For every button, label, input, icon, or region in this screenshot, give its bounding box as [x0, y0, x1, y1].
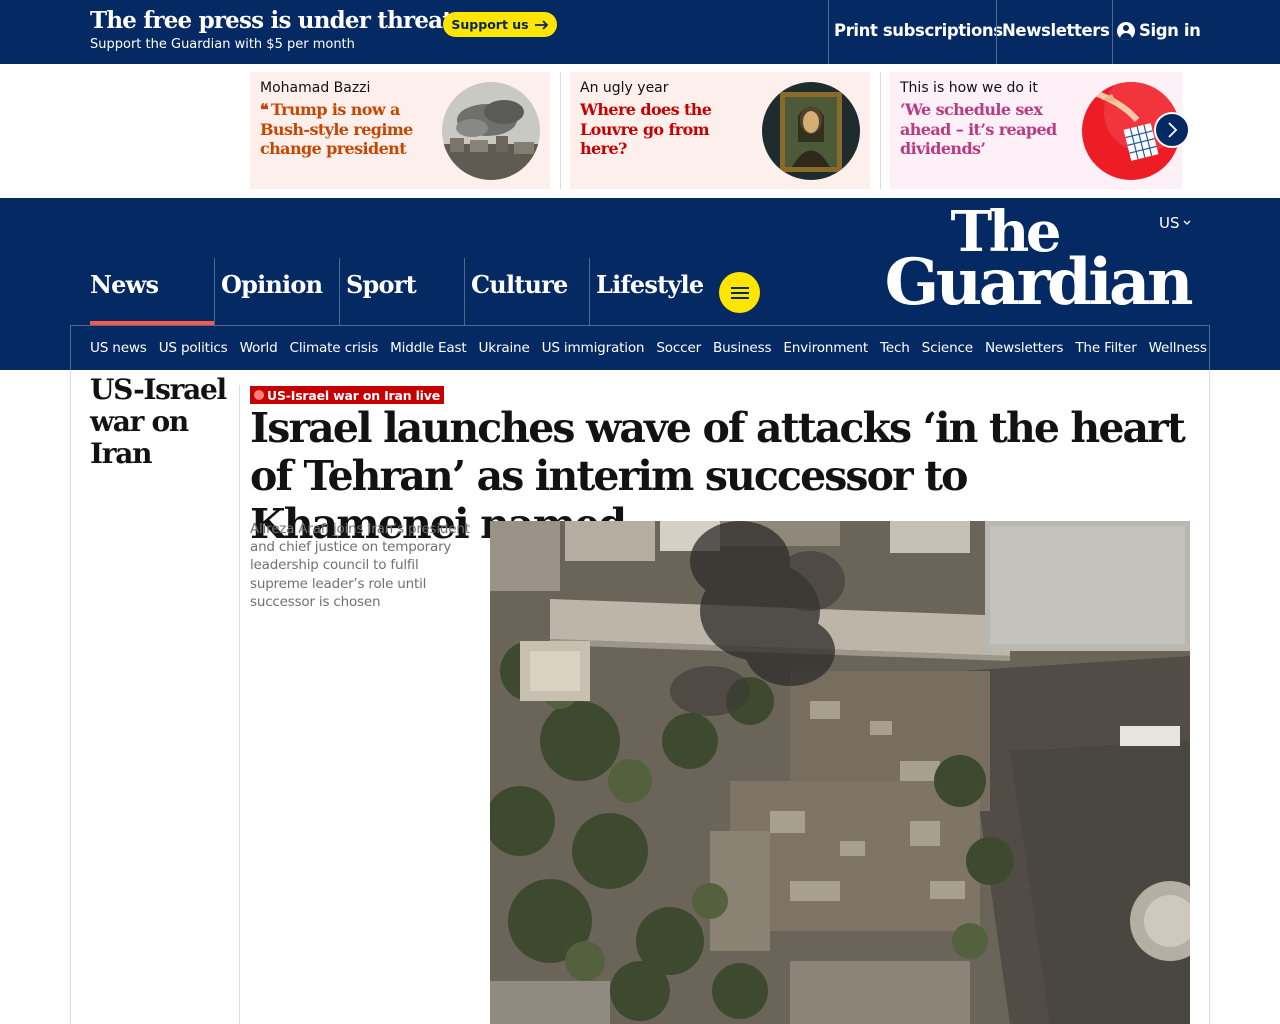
highlight-card[interactable]: An ugly year Where does the Louvre go fr…	[570, 72, 870, 189]
card-headline: ‘We schedule sex ahead – it’s reaped div…	[900, 100, 1057, 158]
card-headline-text: Trump is now a Bush-style regime change …	[260, 100, 413, 158]
subnav-item-tech[interactable]: Tech	[880, 340, 910, 356]
subnav-item-climate-crisis[interactable]: Climate crisis	[290, 340, 379, 356]
top-links: Print subscriptions Newsletters Sign in	[828, 0, 1201, 64]
highlight-card[interactable]: This is how we do it ‘We schedule sex ah…	[890, 72, 1182, 189]
print-subscriptions-link[interactable]: Print subscriptions	[828, 0, 1003, 64]
card-divider	[560, 72, 561, 189]
logo-line-2: Guardian	[884, 245, 1194, 320]
card-kicker: This is how we do it	[900, 80, 1038, 96]
pillar-label: Lifestyle	[596, 270, 704, 299]
subnav: US news US politics World Climate crisis…	[70, 325, 1210, 370]
pillar-nav: News Opinion Sport Culture Lifestyle	[90, 258, 714, 325]
card-kicker: An ugly year	[580, 80, 669, 96]
subnav-item-wellness[interactable]: Wellness	[1149, 340, 1207, 356]
menu-button[interactable]	[719, 272, 760, 313]
support-banner: The free press is under threat Support t…	[0, 0, 1280, 64]
hamburger-icon	[730, 291, 749, 294]
card-kicker: Mohamad Bazzi	[260, 80, 371, 96]
satellite-image	[490, 521, 1190, 1024]
carousel-next-button[interactable]	[1154, 112, 1190, 148]
card-headline: ❝ Trump is now a Bush-style regime change…	[260, 100, 428, 159]
support-us-button[interactable]: Support us	[443, 12, 557, 37]
subnav-item-the-filter[interactable]: The Filter	[1075, 340, 1136, 356]
subnav-item-soccer[interactable]: Soccer	[656, 340, 701, 356]
subnav-item-business[interactable]: Business	[713, 340, 772, 356]
quote-icon: ❝	[260, 100, 269, 119]
card-divider	[880, 72, 881, 189]
card-image-smoke	[442, 82, 540, 180]
highlights-carousel: Mohamad Bazzi ❝ Trump is now a Bush-style…	[0, 64, 1280, 198]
series-title[interactable]: US-Israel war on Iran	[90, 374, 230, 470]
pillar-lifestyle[interactable]: Lifestyle	[589, 258, 714, 325]
live-badge[interactable]: US-Israel war on Iran live	[250, 386, 444, 404]
card-image-mona-lisa	[762, 82, 860, 180]
user-icon	[1117, 22, 1135, 40]
arrow-right-icon	[534, 19, 548, 30]
card-headline: Where does the Louvre go from here?	[580, 100, 712, 158]
subnav-item-newsletters[interactable]: Newsletters	[985, 340, 1064, 356]
subnav-item-world[interactable]: World	[240, 340, 278, 356]
guardian-logo[interactable]: The Guardian	[866, 204, 1194, 320]
newsletters-link[interactable]: Newsletters	[996, 0, 1112, 64]
live-badge-label: US-Israel war on Iran live	[267, 387, 440, 403]
support-us-label: Support us	[451, 17, 529, 32]
subnav-item-us-immigration[interactable]: US immigration	[542, 340, 645, 356]
sign-in-link[interactable]: Sign in	[1112, 0, 1201, 64]
pillar-opinion[interactable]: Opinion	[214, 258, 339, 325]
pillar-label: News	[90, 270, 159, 299]
sign-in-label: Sign in	[1139, 21, 1201, 40]
promo-title: The free press is under threat	[90, 7, 453, 34]
subnav-item-middle-east[interactable]: Middle East	[390, 340, 467, 356]
subnav-item-science[interactable]: Science	[922, 340, 973, 356]
highlight-card[interactable]: Mohamad Bazzi ❝ Trump is now a Bush-style…	[250, 72, 550, 189]
article-hero-image[interactable]	[490, 521, 1190, 1024]
print-subscriptions-label: Print subscriptions	[834, 21, 1003, 40]
column-divider	[239, 385, 240, 1024]
pillar-sport[interactable]: Sport	[339, 258, 464, 325]
newsletters-label: Newsletters	[1002, 21, 1110, 40]
subnav-item-us-politics[interactable]: US politics	[159, 340, 228, 356]
pillar-news[interactable]: News	[90, 258, 214, 325]
article-standfirst: Alireza Arafi joins Iran’s president and…	[250, 521, 470, 610]
pillar-label: Culture	[471, 270, 568, 299]
chevron-right-icon	[1168, 122, 1178, 138]
live-dot-icon	[254, 390, 264, 400]
subnav-item-us-news[interactable]: US news	[90, 340, 147, 356]
subnav-item-ukraine[interactable]: Ukraine	[479, 340, 530, 356]
pillar-culture[interactable]: Culture	[464, 258, 589, 325]
promo-subtitle: Support the Guardian with $5 per month	[90, 37, 355, 52]
subnav-item-environment[interactable]: Environment	[783, 340, 868, 356]
pillar-label: Opinion	[221, 270, 323, 299]
masthead: US The Guardian News Opinion Sport Cultu…	[0, 198, 1280, 370]
pillar-label: Sport	[346, 270, 417, 299]
